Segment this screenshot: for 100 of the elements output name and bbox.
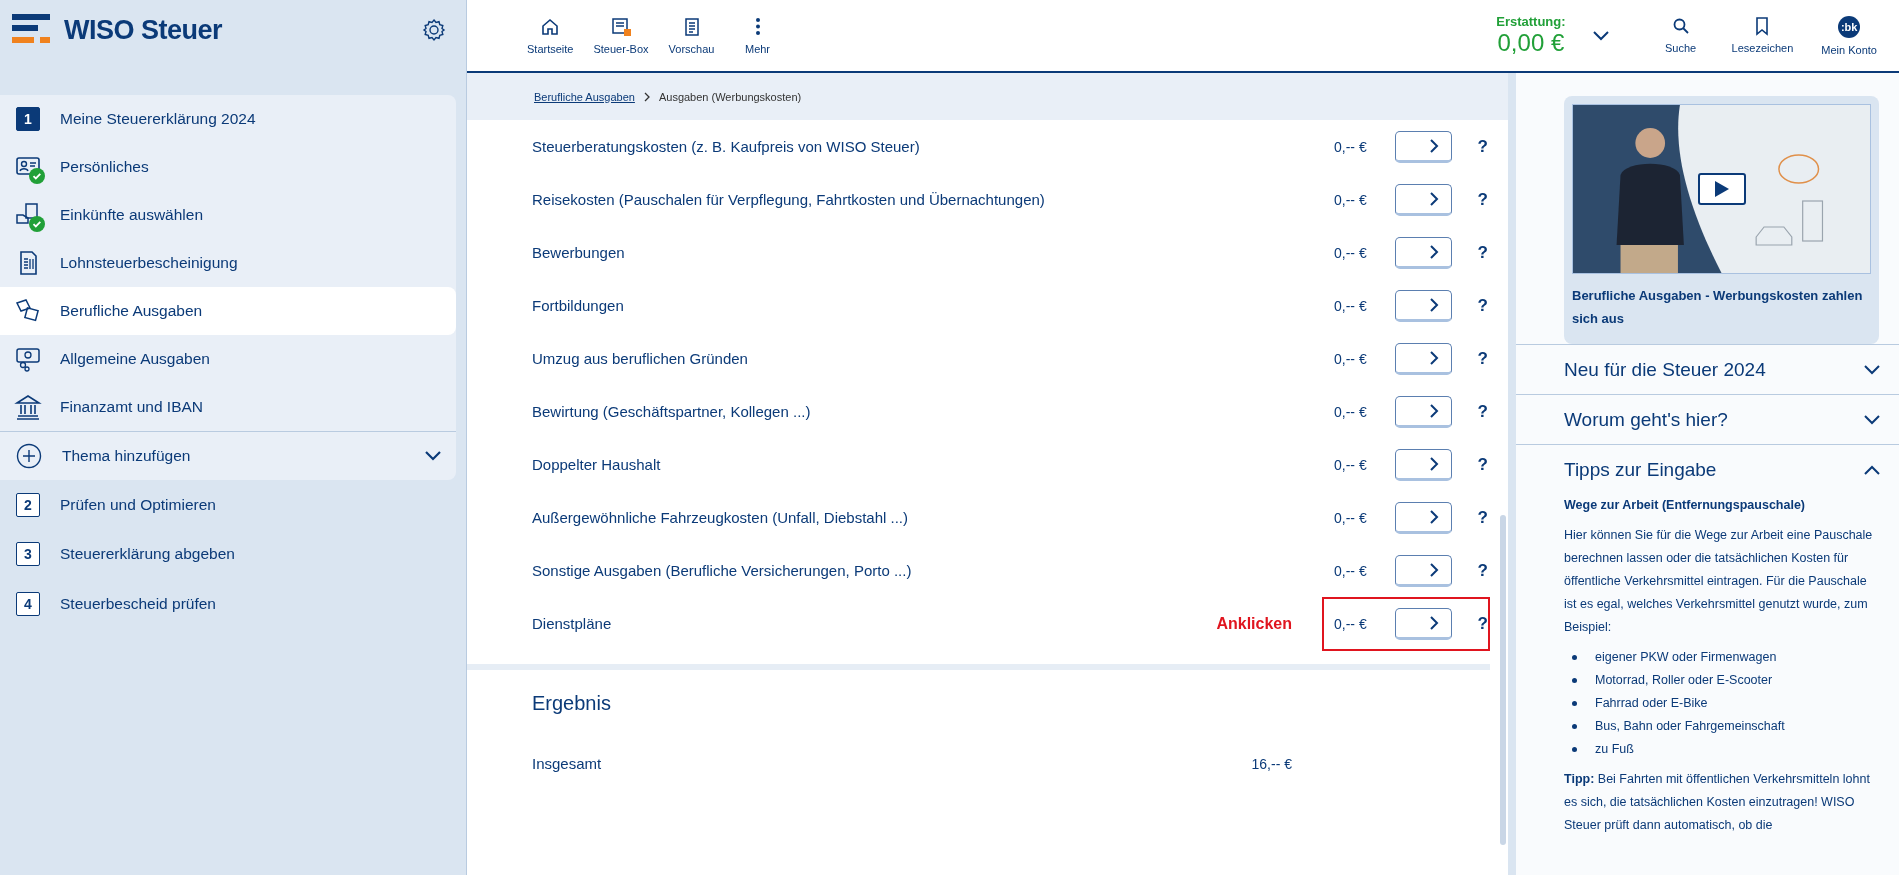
bullet-text: Motorrad, Roller oder E-Scooter xyxy=(1595,672,1773,689)
step-number: 3 xyxy=(16,542,40,567)
breadcrumb-link[interactable]: Berufliche Ausgaben xyxy=(534,90,635,103)
expense-label: Bewirtung (Geschäftspartner, Kollegen ...) xyxy=(532,403,812,420)
amount: 0,-- € xyxy=(1334,456,1368,473)
bullet-text: Fahrrad oder E-Bike xyxy=(1595,695,1708,712)
help-link[interactable]: ? xyxy=(1477,560,1488,581)
open-button[interactable] xyxy=(1394,395,1452,428)
bullet-icon xyxy=(1572,655,1577,660)
step-item[interactable]: 1 Meine Steuererklärung 2024 xyxy=(0,95,456,143)
step-label: Meine Steuererklärung 2024 xyxy=(60,110,256,128)
sidebar-item[interactable]: Berufliche Ausgaben xyxy=(0,287,456,335)
bullet-icon xyxy=(1572,701,1577,706)
amount: 0,-- € xyxy=(1334,509,1368,526)
topic-label: Finanzamt und IBAN xyxy=(60,398,203,416)
help-link[interactable]: ? xyxy=(1477,613,1488,634)
open-button[interactable] xyxy=(1394,236,1452,269)
step-label: Steuererklärung abgeben xyxy=(60,545,235,564)
accordion-header[interactable]: Worum geht's hier? xyxy=(1516,395,1899,444)
bullet-icon xyxy=(1572,678,1577,683)
banknote-icon xyxy=(14,345,42,373)
step-item[interactable]: 3 Steuererklärung abgeben xyxy=(0,529,456,579)
help-link[interactable]: ? xyxy=(1477,454,1488,475)
chevron-down-icon[interactable] xyxy=(424,450,442,462)
amount: 0,-- € xyxy=(1334,562,1368,579)
sidebar-item[interactable]: Lohnsteuerbescheinigung xyxy=(0,239,456,287)
toolbar-button[interactable]: Startseite xyxy=(519,12,582,59)
sidebar-item[interactable]: Allgemeine Ausgaben xyxy=(0,335,456,383)
play-button[interactable] xyxy=(1698,173,1746,205)
settings-icon[interactable] xyxy=(422,18,446,42)
step-label: Prüfen und Optimieren xyxy=(60,495,216,514)
tip-paragraph: Tipp: Bei Fahrten mit öffentlichen Verkehrsmitteln lohnt es sich, die tatsächlichen Kosten einzutragen! WISO Steuer prüft dann automatisch, ob die xyxy=(1564,771,1871,834)
help-link[interactable]: ? xyxy=(1477,295,1488,316)
chevron-right-icon xyxy=(1428,243,1439,260)
inbox-icon xyxy=(610,16,632,37)
plus-icon xyxy=(16,443,42,469)
video-caption: Berufliche Ausgaben - Werbungskosten zahlen sich aus xyxy=(1572,287,1864,328)
open-button[interactable] xyxy=(1394,501,1452,534)
sidebar-item[interactable]: Finanzamt und IBAN xyxy=(0,383,456,431)
tips-paragraph: Hier können Sie für die Wege zur Arbeit eine Pauschale berechnen lassen oder die tatsächlichen Kosten für öffentliche Verkehrsmittel eintragen. Für die Pauschale ist es egal, welches Verkehrsmittel genutzt wurde, zum Beispiel: xyxy=(1564,527,1874,636)
home-icon xyxy=(540,16,561,37)
step-item[interactable]: 4 Steuerbescheid prüfen xyxy=(0,579,456,629)
expense-label: Fortbildungen xyxy=(532,297,625,314)
total-label: Insgesamt xyxy=(532,755,603,772)
bank-icon xyxy=(14,393,42,421)
open-button[interactable] xyxy=(1394,607,1452,640)
bullet-text: eigener PKW oder Firmenwagen xyxy=(1595,649,1777,666)
bullet-icon xyxy=(1572,724,1577,729)
chevron-right-icon xyxy=(1428,296,1439,313)
topic-label: Persönliches xyxy=(60,158,149,176)
bullet-text: zu Fuß xyxy=(1595,741,1634,758)
toolbar-button[interactable]: :bk Mein Konto xyxy=(1813,11,1885,60)
amount: 0,-- € xyxy=(1334,138,1368,155)
open-button[interactable] xyxy=(1394,289,1452,322)
expense-label: Bewerbungen xyxy=(532,244,626,261)
step-label: Steuerbescheid prüfen xyxy=(60,594,216,613)
chevron-right-icon xyxy=(1428,190,1439,207)
play-icon xyxy=(1714,180,1730,198)
open-button[interactable] xyxy=(1394,183,1452,216)
toolbar-button[interactable]: Suche xyxy=(1649,11,1712,60)
help-link[interactable]: ? xyxy=(1477,348,1488,369)
chevron-right-icon xyxy=(1428,402,1439,419)
help-link[interactable]: ? xyxy=(1477,136,1488,157)
open-button[interactable] xyxy=(1394,448,1452,481)
amount: 0,-- € xyxy=(1334,191,1368,208)
help-link[interactable]: ? xyxy=(1477,189,1488,210)
step-number: 1 xyxy=(16,107,40,131)
open-button[interactable] xyxy=(1394,130,1452,163)
toolbar-button[interactable]: Lesezeichen xyxy=(1723,11,1802,60)
help-link[interactable]: ? xyxy=(1477,401,1488,422)
amount: 0,-- € xyxy=(1334,297,1368,314)
chevron-right-icon xyxy=(1428,455,1439,472)
bullet-icon xyxy=(1572,747,1577,752)
toolbar-button[interactable]: Mehr xyxy=(726,12,789,59)
add-topic-item[interactable]: Thema hinzufügen xyxy=(0,431,456,480)
chevron-right-icon xyxy=(1428,349,1439,366)
expense-label: Dienstpläne xyxy=(532,615,613,632)
expense-label: Steuerberatungskosten (z. B. Kaufpreis von WISO Steuer) xyxy=(532,138,921,155)
toolbar-button[interactable]: Vorschau xyxy=(660,12,723,59)
breadcrumb-current: Ausgaben (Werbungskosten) xyxy=(658,90,802,103)
chevron-down-icon xyxy=(1863,363,1881,376)
add-topic-label: Thema hinzufügen xyxy=(62,447,191,465)
open-button[interactable] xyxy=(1394,554,1452,587)
help-link[interactable]: ? xyxy=(1477,242,1488,263)
chevron-right-icon xyxy=(1428,561,1439,578)
sidebar-item[interactable]: Einkünfte auswählen xyxy=(0,191,456,239)
step-item[interactable]: 2 Prüfen und Optimieren xyxy=(0,480,456,530)
total-amount: 16,-- € xyxy=(1251,755,1292,772)
topic-label: Allgemeine Ausgaben xyxy=(60,350,210,368)
refund-amount: 0,00 € xyxy=(1497,29,1565,57)
open-button[interactable] xyxy=(1394,342,1452,375)
video-card[interactable]: Berufliche Ausgaben - Werbungskosten zahlen sich aus xyxy=(1564,96,1879,344)
app-title: WISO Steuer xyxy=(64,14,223,46)
scrollbar[interactable] xyxy=(1500,515,1506,845)
sidebar-item[interactable]: Persönliches xyxy=(0,143,456,191)
accordion-header[interactable]: Tipps zur Eingabe xyxy=(1516,445,1899,494)
help-link[interactable]: ? xyxy=(1477,507,1488,528)
chevron-down-icon[interactable] xyxy=(1591,29,1610,42)
toolbar-button[interactable]: Steuer-Box xyxy=(585,12,657,59)
accordion-header[interactable]: Neu für die Steuer 2024 xyxy=(1516,345,1899,394)
